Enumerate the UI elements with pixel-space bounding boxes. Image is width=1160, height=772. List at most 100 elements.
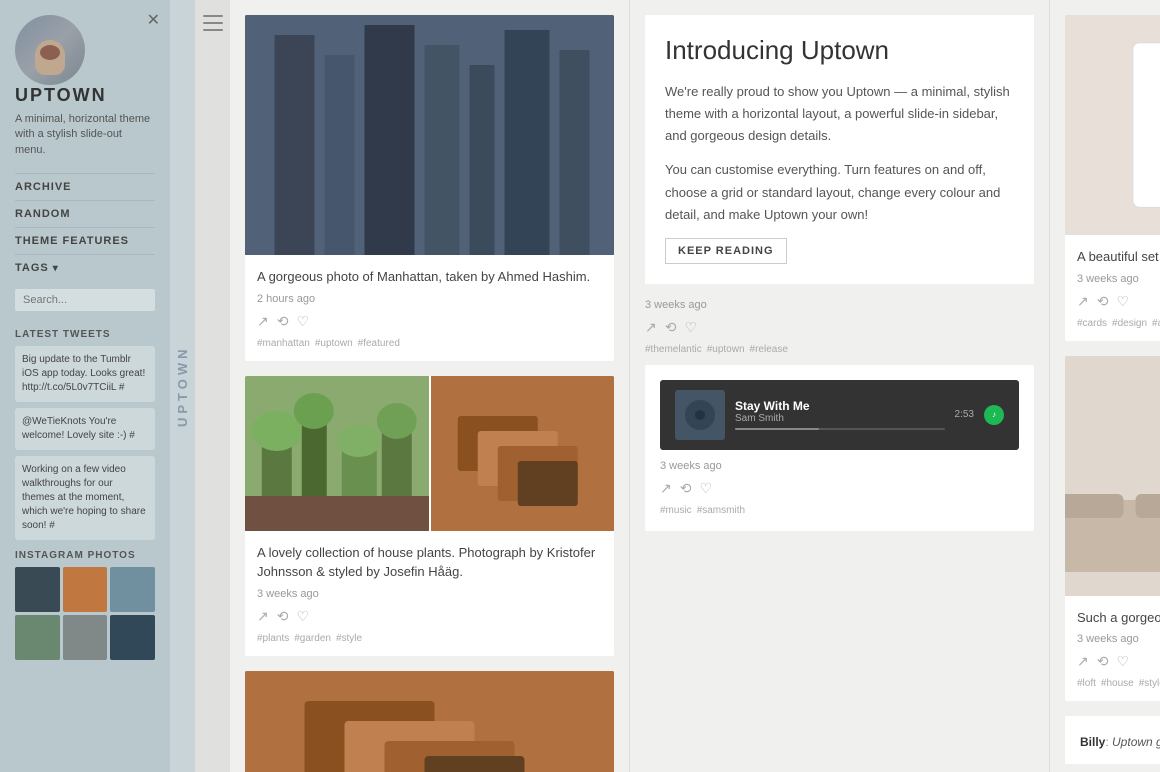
share-icon-5[interactable]: ↗ [660,480,672,497]
wallets-image [431,376,615,531]
instagram-title: INSTAGRAM PHOTOS [15,550,155,561]
share-icon-2[interactable]: ↗ [257,608,269,625]
tweet-2: @WeTieKnots You're welcome! Lovely site … [15,408,155,450]
sidebar-description: A minimal, horizontal theme with a styli… [15,112,155,158]
share-icon-7[interactable]: ↗ [1077,653,1089,670]
instagram-photo-3[interactable] [110,567,155,612]
music-post: Stay With Me Sam Smith 2:53 ♪ 3 weeks ag… [645,365,1034,531]
tag-featured[interactable]: #featured [358,338,400,349]
sidebar: ✕ UPTOWN A minimal, horizontal theme wit… [0,0,170,772]
post-manhattan-time: 2 hours ago [257,293,602,305]
tag-release[interactable]: #release [750,344,788,355]
wallets-image-2 [245,671,614,772]
instagram-photo-1[interactable] [15,567,60,612]
hamburger-icon[interactable] [203,15,223,31]
instagram-grid [15,567,155,659]
sidebar-item-archive[interactable]: ARCHIVE [15,173,155,200]
quote-author: Billy: Uptown girl [1080,735,1160,749]
instagram-photo-2[interactable] [63,567,108,612]
close-icon[interactable]: ✕ [147,10,160,30]
post-cards-actions: ↗ ⟲ ♡ [1077,293,1160,310]
repost-icon-5[interactable]: ⟲ [680,480,692,497]
instagram-photo-6[interactable] [110,615,155,660]
chevron-down-icon: ▾ [53,263,59,274]
avatar [15,15,85,85]
music-time-label: 3 weeks ago [660,460,1019,472]
tag-themelantic[interactable]: #themelantic [645,344,702,355]
tag-uptown-2[interactable]: #uptown [707,344,745,355]
tag-manhattan[interactable]: #manhattan [257,338,310,349]
repost-icon-4[interactable]: ⟲ [665,319,677,336]
music-tags: #music #samsmith [660,505,1019,516]
column-2: Introducing Uptown We're really proud to… [630,0,1050,772]
tag-uptown[interactable]: #uptown [315,338,353,349]
post-plants-caption: A lovely collection of house plants. Pho… [257,543,602,582]
like-icon[interactable]: ♡ [296,313,309,330]
quote-post: Billy: Uptown girl [1065,716,1160,764]
post-cards-time: 3 weeks ago [1077,273,1160,285]
repost-icon-7[interactable]: ⟲ [1097,653,1109,670]
post-loft-time: 3 weeks ago [1077,633,1160,645]
post-wallets: A gorgeous selection of leather wallets.… [245,671,614,772]
post-manhattan-tags: #manhattan #uptown #featured [257,338,602,349]
repost-icon-6[interactable]: ⟲ [1097,293,1109,310]
repost-icon[interactable]: ⟲ [277,313,289,330]
tag-cards[interactable]: #cards [1077,318,1107,329]
intro-time: 3 weeks ago [645,299,1034,311]
spotify-icon[interactable]: ♪ [984,405,1004,425]
like-icon-7[interactable]: ♡ [1116,653,1129,670]
post-plants-tags: #plants #garden #style [257,633,602,644]
share-icon-6[interactable]: ↗ [1077,293,1089,310]
tag-music[interactable]: #music [660,505,692,516]
tag-art[interactable]: #art [1152,318,1160,329]
tweet-3: Working on a few video walkthroughs for … [15,456,155,540]
tag-plants[interactable]: #plants [257,633,289,644]
instagram-photo-5[interactable] [63,615,108,660]
sidebar-title: UPTOWN [15,85,155,106]
like-icon-4[interactable]: ♡ [684,319,697,336]
music-progress-bar[interactable] [735,428,945,430]
post-loft-caption: Such a gorgeous loft space. [1077,608,1160,628]
post-manhattan-body: A gorgeous photo of Manhattan, taken by … [245,255,614,361]
music-player: Stay With Me Sam Smith 2:53 ♪ [660,380,1019,450]
column-1: A gorgeous photo of Manhattan, taken by … [230,0,630,772]
tag-house[interactable]: #house [1101,678,1134,689]
post-plants-body: A lovely collection of house plants. Pho… [245,531,614,656]
post-loft-actions: ↗ ⟲ ♡ [1077,653,1160,670]
post-manhattan-actions: ↗ ⟲ ♡ [257,313,602,330]
post-plants-images [245,376,614,531]
share-icon[interactable]: ↗ [257,313,269,330]
tag-samsmith[interactable]: #samsmith [697,505,745,516]
search-input[interactable] [15,289,155,311]
tag-style[interactable]: #style [336,633,362,644]
sidebar-item-tags[interactable]: TAGS ▾ [15,254,155,281]
like-icon-5[interactable]: ♡ [699,480,712,497]
music-time: 2:53 [955,409,974,420]
tag-style-3[interactable]: #style [1139,678,1160,689]
post-cards-body: A beautiful set of playing card designs.… [1065,235,1160,341]
instagram-photo-4[interactable] [15,615,60,660]
like-icon-6[interactable]: ♡ [1116,293,1129,310]
intro-title: Introducing Uptown [665,35,1014,66]
intro-actions: ↗ ⟲ ♡ [645,319,1034,336]
post-loft-tags: #loft #house #style [1077,678,1160,689]
music-progress-fill [735,428,819,430]
post-loft: Such a gorgeous loft space. 3 weeks ago … [1065,356,1160,702]
tag-loft[interactable]: #loft [1077,678,1096,689]
music-info: Stay With Me Sam Smith [735,399,945,430]
music-title: Stay With Me [735,399,945,413]
tag-garden[interactable]: #garden [294,633,331,644]
share-icon-4[interactable]: ↗ [645,319,657,336]
like-icon-2[interactable]: ♡ [296,608,309,625]
latest-tweets-title: LATEST TWEETS [15,329,155,340]
repost-icon-2[interactable]: ⟲ [277,608,289,625]
post-plants-actions: ↗ ⟲ ♡ [257,608,602,625]
sidebar-item-random[interactable]: RANDOM [15,200,155,227]
intro-tags: #themelantic #uptown #release [645,344,1034,355]
album-art [675,390,725,440]
sidebar-item-theme-features[interactable]: THEME FEATURES [15,227,155,254]
loft-image [1065,356,1160,596]
keep-reading-button[interactable]: Keep Reading [665,238,787,264]
tag-design[interactable]: #design [1112,318,1147,329]
post-manhattan-caption: A gorgeous photo of Manhattan, taken by … [257,267,602,287]
